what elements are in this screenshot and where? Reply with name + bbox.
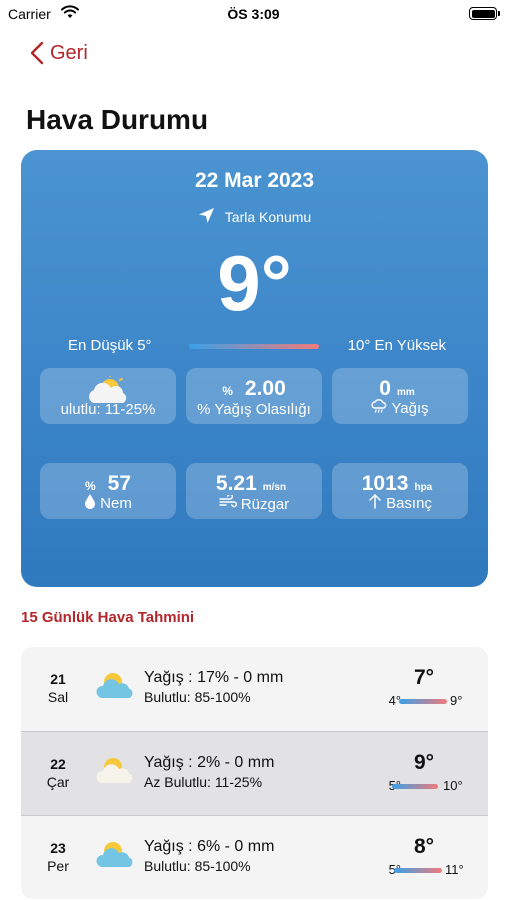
- forecast-range-bar: [394, 868, 442, 873]
- forecast-temperature: 9°: [413, 751, 435, 774]
- chevron-left-icon: [30, 41, 44, 65]
- wind-unit: m/sn: [262, 482, 287, 493]
- forecast-max: 9°: [450, 693, 463, 708]
- precipitation-label: Yağış: [391, 399, 429, 417]
- day-number: 22: [50, 756, 66, 772]
- location: Tarla Konumu: [21, 207, 488, 227]
- precipitation-unit: mm: [396, 387, 415, 398]
- percent-sign: %: [222, 384, 233, 398]
- forecast-cloud: Bulutlu: 85-100%: [144, 858, 251, 874]
- forecast-range-bar: [399, 699, 447, 704]
- rain-probability-label: % Yağış Olasılığı: [197, 401, 311, 418]
- date-label: 22 Mar 2023: [194, 169, 315, 192]
- weekday: Per: [47, 858, 69, 874]
- max-temperature: 10° En Yüksek: [347, 337, 446, 354]
- drop-icon: [84, 493, 100, 513]
- partly-cloudy-icon: [96, 840, 136, 875]
- forecast-rain: Yağış : 2% - 0 mm: [144, 754, 275, 771]
- location-label: Tarla Konumu: [224, 209, 312, 225]
- rain-probability-value: 2.00: [244, 377, 286, 400]
- back-button[interactable]: Geri: [30, 38, 88, 68]
- forecast-rain: Yağış : 6% - 0 mm: [144, 838, 275, 855]
- pressure-label: Basınç: [386, 494, 432, 512]
- pressure-tile: 1013 hpa Basınç: [332, 463, 468, 519]
- forecast-max: 11°: [445, 862, 464, 877]
- temperature-range: En Düşük 5° 10° En Yüksek: [21, 336, 488, 356]
- forecast-section-title: 15 Günlük Hava Tahmini: [21, 609, 195, 626]
- arrow-up-icon: [368, 493, 386, 513]
- battery-icon: [469, 7, 500, 20]
- cloud-rain-icon: [371, 398, 391, 418]
- forecast-day: 23 Per: [37, 839, 79, 875]
- percent-sign: %: [84, 479, 96, 493]
- forecast-range-bar: [392, 784, 438, 789]
- forecast-row[interactable]: 22 Çar Yağış : 2% - 0 mm Az Bulutlu: 11-…: [21, 731, 488, 815]
- clock: ÖS 3:09: [227, 6, 280, 22]
- day-number: 21: [50, 671, 66, 687]
- humidity-tile: % 57 Nem: [40, 463, 176, 519]
- status-bar: Carrier ÖS 3:09: [0, 0, 507, 30]
- rain-probability-tile: % 2.00 % Yağış Olasılığı: [186, 368, 322, 424]
- forecast-cloud: Az Bulutlu: 11-25%: [144, 774, 263, 790]
- forecast-rain: Yağış : 17% - 0 mm: [144, 669, 284, 686]
- humidity-label: Nem: [100, 494, 132, 512]
- current-temperature: 9°: [217, 239, 292, 327]
- partly-cloudy-icon: [96, 756, 136, 791]
- forecast-day: 22 Çar: [37, 755, 79, 791]
- forecast-list: 21 Sal Yağış : 17% - 0 mm Bulutlu: 85-10…: [21, 647, 488, 899]
- forecast-temperature: 7°: [413, 666, 435, 689]
- forecast-temperature: 8°: [413, 835, 435, 858]
- wind-value: 5.21: [215, 472, 257, 495]
- page-title: Hava Durumu: [26, 104, 209, 135]
- pressure-unit: hpa: [414, 482, 433, 493]
- forecast-cloud: Bulutlu: 85-100%: [144, 689, 251, 705]
- location-arrow-icon: [198, 207, 225, 227]
- temperature-range-bar: [189, 344, 319, 349]
- forecast-max: 10°: [443, 778, 463, 793]
- cloud-tile: ulutlu: 11-25%: [40, 368, 176, 424]
- precipitation-tile: 0 mm Yağış: [332, 368, 468, 424]
- day-number: 23: [50, 840, 66, 856]
- wind-tile: 5.21 m/sn Rüzgar: [186, 463, 322, 519]
- weekday: Çar: [46, 774, 70, 790]
- cloud-label: ulutlu: 11-25%: [60, 401, 156, 418]
- wind-label: Rüzgar: [240, 495, 290, 513]
- partly-cloudy-icon: [96, 671, 136, 706]
- current-weather-card: 22 Mar 2023 Tarla Konumu 9° En Düşük 5° …: [21, 150, 488, 587]
- forecast-min: 4°: [388, 693, 401, 708]
- forecast-day: 21 Sal: [37, 670, 79, 706]
- back-label: Geri: [50, 41, 88, 64]
- forecast-row[interactable]: 23 Per Yağış : 6% - 0 mm Bulutlu: 85-100…: [21, 815, 488, 899]
- weekday: Sal: [47, 689, 69, 705]
- wind-icon: [219, 493, 241, 513]
- min-temperature: En Düşük 5°: [68, 337, 152, 354]
- forecast-row[interactable]: 21 Sal Yağış : 17% - 0 mm Bulutlu: 85-10…: [21, 647, 488, 731]
